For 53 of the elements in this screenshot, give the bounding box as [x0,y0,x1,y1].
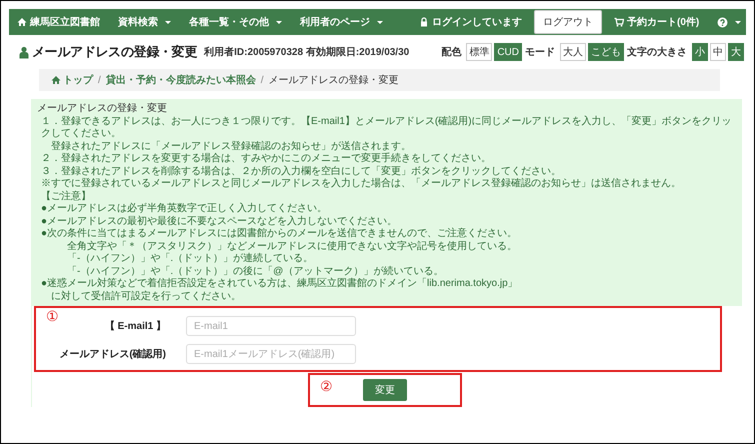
notice-line: ●迷惑メール対策などで着信拒否設定をされている方は、練馬区立図書館のドメイン「lib.nerima.tokyo.jp」 [40,278,519,290]
notice-line: ●メールアドレスは必ず半角英数字で正しく入力してください。 [40,203,328,216]
notice-line: 【ご注意】 [40,190,92,203]
nav-menu[interactable]: 各種一覧・その他 [189,15,282,29]
notice-line: ３．登録されたアドレスを削除する場合は、２か所の入力欄を空白にして「変更」ボタンをクリックしてください。 [40,166,562,178]
nav-menu[interactable]: 利用者のページ [300,15,383,29]
person-icon [19,46,29,58]
page-title: メールアドレスの登録・変更 [32,43,198,61]
option-label: 配色 [441,46,462,59]
breadcrumb-separator: / [98,74,101,86]
notice-line: 「-（ハイフン）」や「.（ドット）」の後に「@（アットマーク）」が続いている。 [66,266,444,278]
breadcrumb-link[interactable]: 貸出・予約・今度読みたい本照会 [106,73,256,87]
input-field[interactable]: E-mail1メールアドレス(確認用) [186,344,356,364]
user-info: 利用者ID:2005970328 有効期限日:2019/03/30 [204,46,410,59]
nav-menu[interactable]: 資料検索 [118,15,171,29]
change-button[interactable]: 変更 [363,379,407,401]
logout-button[interactable]: ログアウト [534,10,602,34]
notice-line: に対して受信許可設定を行ってください。 [50,290,242,303]
cart-link[interactable]: 予約カート(0件) [614,15,700,29]
home-link[interactable]: 練馬区立図書館 [17,15,100,29]
notice-line: ●メールアドレスの最初や最後に不要なスペースなどを入力しないでください。 [40,216,398,228]
help-icon [717,16,728,28]
display-option-button[interactable]: 小 [692,43,708,61]
display-option-button[interactable]: 大人 [560,43,586,61]
field-label: メールアドレス(確認用) [58,348,167,361]
lock-icon [419,17,429,27]
home-icon [17,17,27,27]
breadcrumb-separator: / [260,74,264,86]
login-status: ログインしています [419,15,522,29]
display-option-button[interactable]: 大 [728,43,744,61]
home-icon [51,75,61,85]
annotation-number: ① [46,308,59,324]
help-menu[interactable] [717,16,742,28]
cart-icon [614,17,624,27]
display-option-button[interactable]: CUD [494,43,522,61]
annotation-number: ② [320,378,333,394]
option-label: モード [525,46,555,59]
display-option-button[interactable]: 中 [710,43,726,61]
notice-line: ※すでに登録されているメールアドレスと同じメールアドレスを入力した場合は、「メールアドレス登録確認のお知らせ」は送信されません。 [40,178,682,190]
notice-line: 全角文字や「＊（アスタリスク）」などメールアドレスに使用できない文字や記号を使用している。 [66,240,518,252]
input-field[interactable]: E-mail1 [186,316,356,336]
display-option-button[interactable]: 標準 [466,43,492,61]
notice-line: ●次の条件に当てはまるメールアドレスには図書館からのメールを送信できませんので、ご注意ください。 [40,228,518,240]
notice-line: メールアドレスの登録・変更 [37,103,168,116]
notice-line: 「-（ハイフン）」や「.（ドット）」が連続している。 [66,253,314,266]
field-label: 【 E-mail1 】 [104,320,167,333]
breadcrumb-link[interactable]: トップ [51,73,93,87]
breadcrumb-current: メールアドレスの登録・変更 [268,74,399,87]
notice-line: ２．登録されたアドレスを変更する場合は、すみやかにこのメニューで変更手続きをしてください。 [40,153,492,166]
notice-line: 登録されたアドレスに「メールアドレス登録確認のお知らせ」が送信されます。 [50,140,412,152]
display-option-button[interactable]: こども [588,43,624,61]
notice-line: １．登録できるアドレスは、お一人につき１つ限りです。【E-mail1】とメールアドレス(確認用)に同じメールアドレスを入力し、「変更」ボタンをクリックしてください。 [40,116,733,140]
option-label: 文字の大きさ [627,45,687,59]
